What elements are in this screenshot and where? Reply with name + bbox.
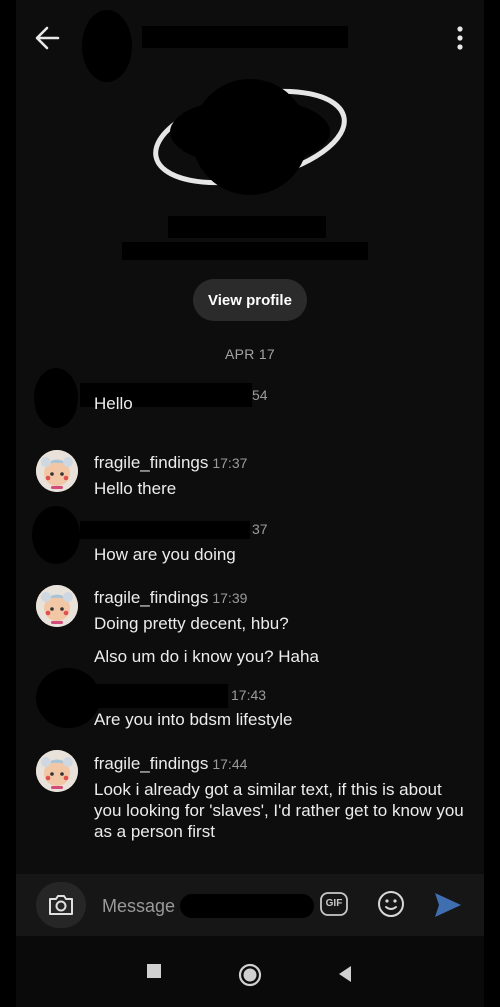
message-time: 17:44 bbox=[212, 756, 248, 772]
camera-icon bbox=[49, 895, 73, 915]
gif-label: GIF bbox=[325, 898, 343, 909]
message-time: 17:43 bbox=[231, 687, 267, 703]
message-group: fragile_findings 17:44 Look i already got… bbox=[94, 754, 470, 842]
message-text[interactable]: Are you into bdsm lifestyle bbox=[94, 709, 474, 730]
avatar[interactable] bbox=[36, 450, 78, 492]
system-nav-bar bbox=[16, 936, 484, 1007]
message-group: 37 How are you doing bbox=[94, 521, 474, 565]
redacted-header-avatar bbox=[82, 10, 132, 82]
sender-name[interactable]: fragile_findings bbox=[94, 754, 208, 773]
circle-home-icon[interactable] bbox=[238, 963, 262, 987]
more-vertical-icon[interactable] bbox=[450, 22, 470, 54]
triangle-back-icon[interactable] bbox=[336, 964, 354, 984]
message-text[interactable]: Doing pretty decent, hbu? bbox=[94, 613, 474, 634]
avatar[interactable] bbox=[36, 585, 78, 627]
message-time: 37 bbox=[252, 521, 268, 537]
message-time: 54 bbox=[252, 387, 268, 403]
message-text[interactable]: How are you doing bbox=[94, 544, 474, 565]
avatar[interactable] bbox=[36, 750, 78, 792]
right-bezel bbox=[484, 0, 500, 1007]
message-group: fragile_findings 17:37 Hello there bbox=[94, 453, 474, 499]
square-icon[interactable] bbox=[146, 962, 162, 980]
message-text[interactable]: Hello bbox=[94, 393, 474, 414]
send-icon[interactable] bbox=[432, 889, 464, 921]
message-text[interactable]: Look i already got a similar text, if th… bbox=[94, 779, 470, 842]
sender-name[interactable]: fragile_findings bbox=[94, 588, 208, 607]
dm-screen: View profile APR 17 54 Hello fragile_fin… bbox=[0, 0, 500, 1007]
redacted-avatar bbox=[32, 506, 80, 564]
message-group: 17:43 Are you into bdsm lifestyle bbox=[94, 686, 474, 730]
redacted-header-name bbox=[142, 26, 348, 48]
left-bezel bbox=[0, 0, 16, 1007]
camera-button[interactable] bbox=[36, 882, 86, 928]
message-time: 17:39 bbox=[212, 590, 248, 606]
gif-button[interactable]: GIF bbox=[319, 891, 349, 917]
emoji-icon[interactable] bbox=[376, 889, 406, 919]
redacted-profile-fullname bbox=[122, 242, 368, 260]
message-text[interactable]: Hello there bbox=[94, 478, 474, 499]
redacted-avatar bbox=[36, 668, 100, 728]
message-time: 17:37 bbox=[212, 455, 248, 471]
message-composer: GIF bbox=[16, 874, 484, 936]
redacted-profile-username bbox=[168, 216, 326, 238]
redacted-input-text bbox=[180, 894, 314, 918]
sender-name[interactable]: fragile_findings bbox=[94, 453, 208, 472]
view-profile-button[interactable]: View profile bbox=[193, 279, 307, 321]
message-group: fragile_findings 17:39 Doing pretty decen… bbox=[94, 588, 474, 667]
message-group: 54 Hello bbox=[94, 385, 474, 414]
redacted-avatar bbox=[34, 368, 78, 428]
message-text[interactable]: Also um do i know you? Haha bbox=[94, 646, 474, 667]
redacted-profile-avatar bbox=[150, 72, 350, 202]
date-separator: APR 17 bbox=[224, 346, 276, 362]
arrow-back-icon[interactable] bbox=[30, 20, 66, 56]
